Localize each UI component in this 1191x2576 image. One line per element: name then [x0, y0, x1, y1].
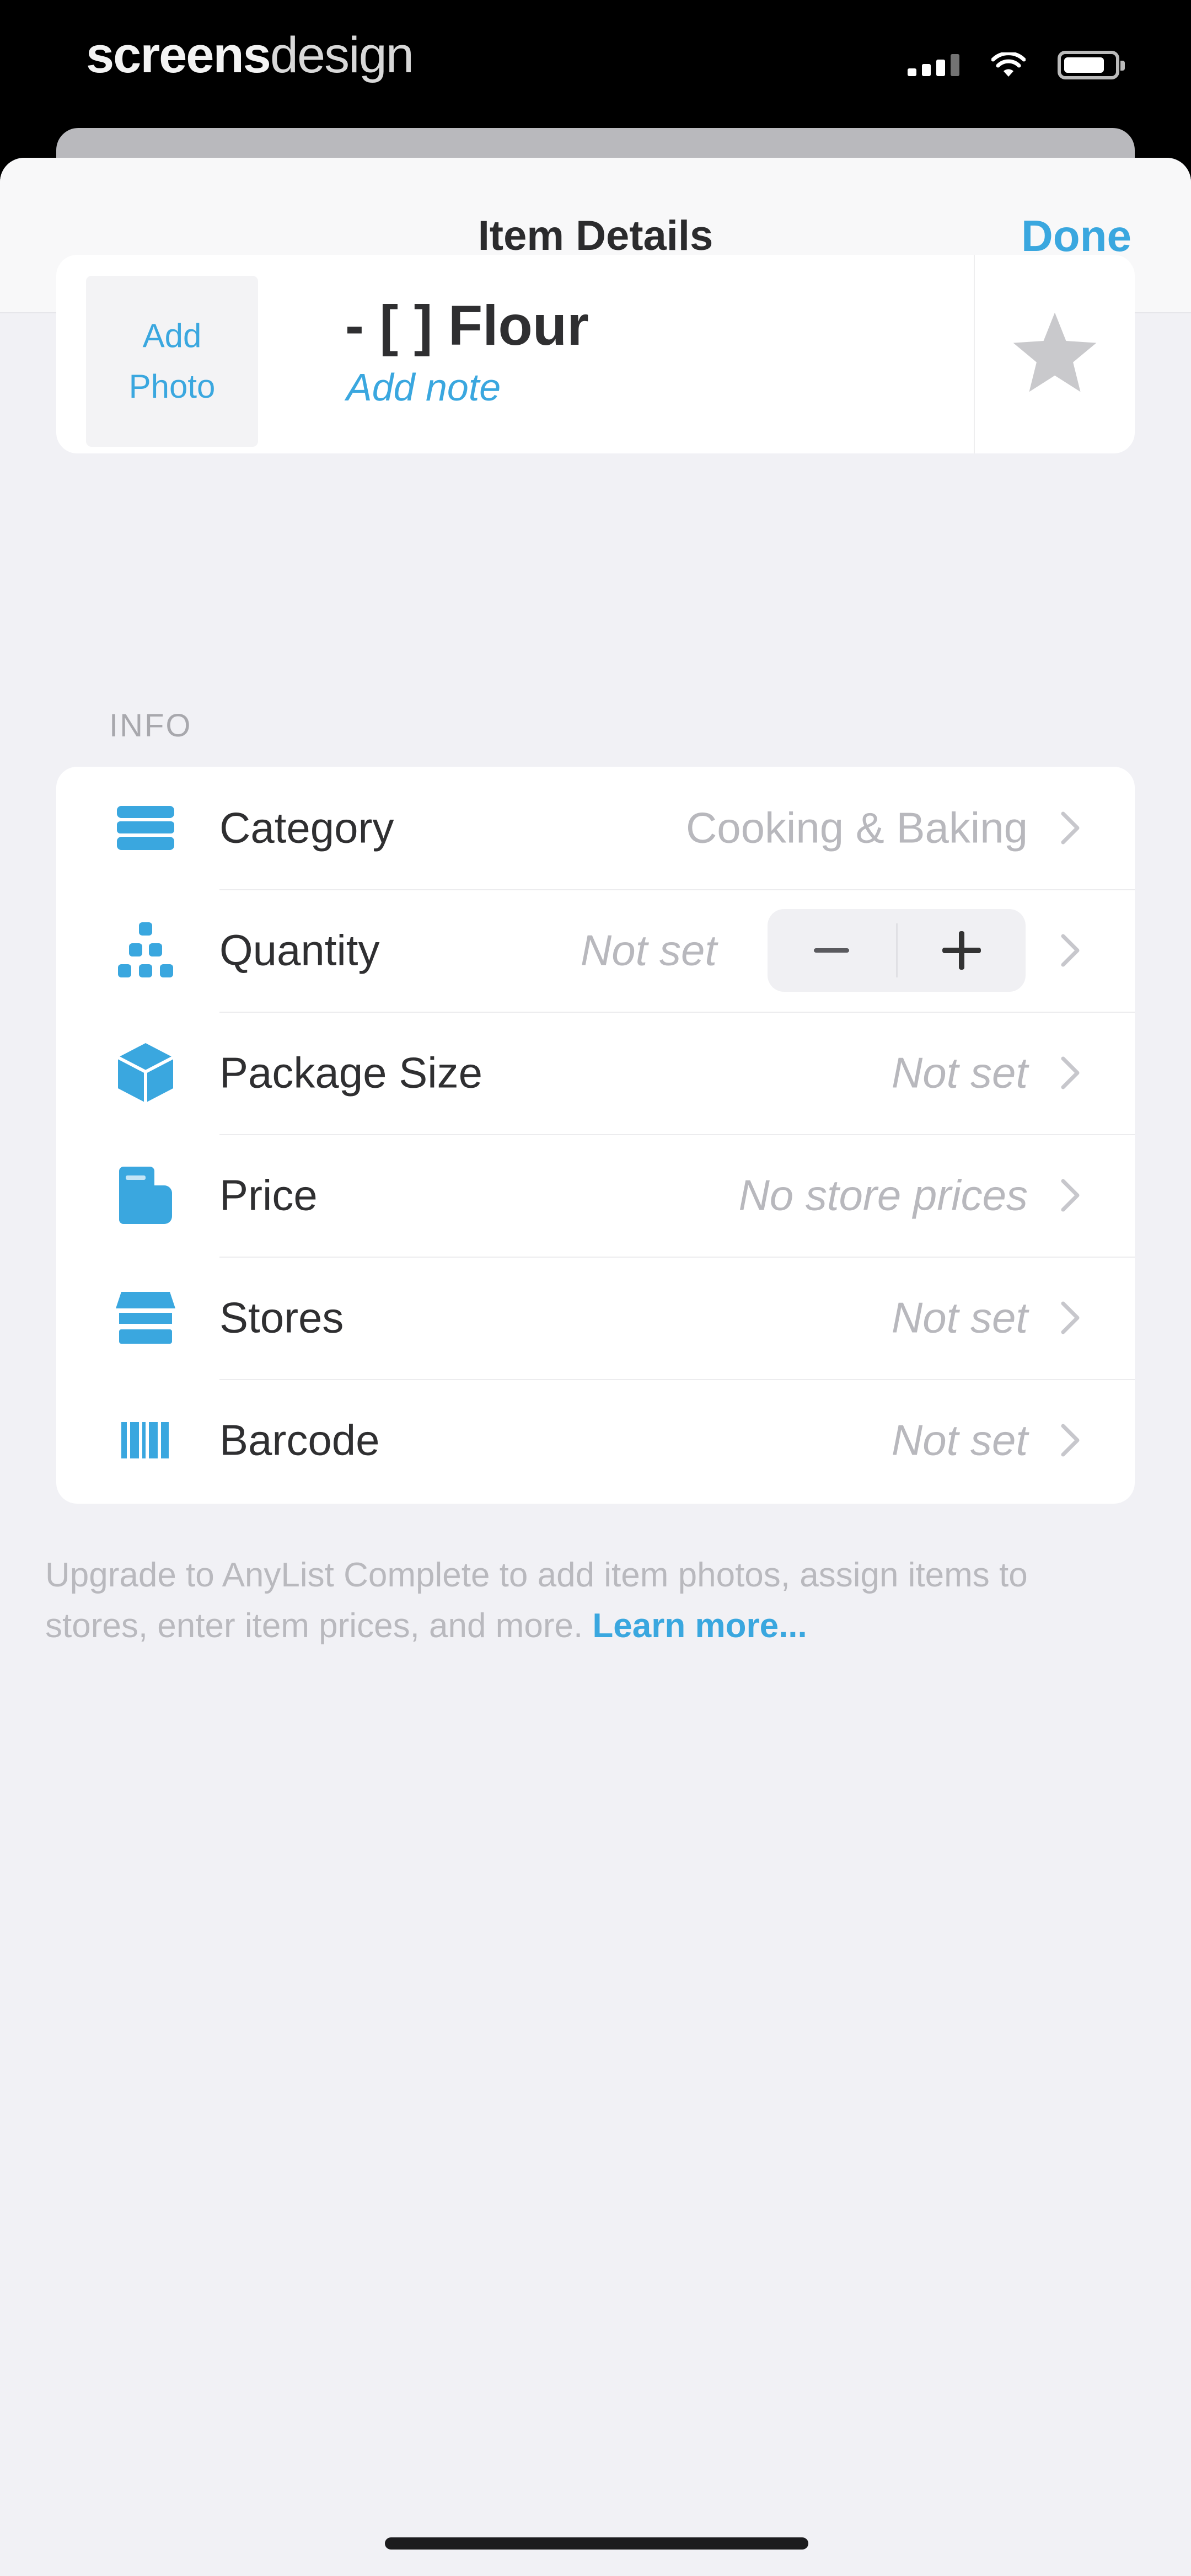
- chevron-right-icon: [1061, 934, 1080, 967]
- status-bar: screensdesign: [0, 0, 1191, 132]
- brand-light: design: [270, 27, 414, 83]
- row-label-barcode: Barcode: [219, 1415, 380, 1465]
- quantity-stepper[interactable]: [768, 909, 1026, 992]
- row-barcode[interactable]: Barcode Not set: [56, 1379, 1135, 1501]
- row-category[interactable]: Category Cooking & Baking: [56, 767, 1135, 889]
- battery-icon: [1058, 51, 1125, 79]
- chevron-right-icon: [1061, 811, 1080, 845]
- row-label-quantity: Quantity: [219, 926, 380, 975]
- done-button[interactable]: Done: [1021, 211, 1131, 261]
- decrement-button[interactable]: [768, 909, 896, 992]
- learn-more-link[interactable]: Learn more...: [592, 1607, 807, 1645]
- price-tag-icon: [111, 1161, 180, 1230]
- quantity-pyramid-icon: [111, 916, 180, 985]
- row-value-barcode: Not set: [891, 1415, 1028, 1465]
- upgrade-note: Upgrade to AnyList Complete to add item …: [45, 1550, 1137, 1652]
- brand-bold: screens: [86, 27, 271, 83]
- star-icon: [1013, 312, 1097, 392]
- row-package-size[interactable]: Package Size Not set: [56, 1012, 1135, 1134]
- chevron-right-icon: [1061, 1424, 1080, 1457]
- row-value-package-size: Not set: [891, 1048, 1028, 1097]
- chevron-right-icon: [1061, 1301, 1080, 1334]
- watermark-brand: screensdesign: [86, 26, 414, 84]
- add-photo-label-line2: Photo: [128, 368, 216, 405]
- row-value-stores: Not set: [891, 1293, 1028, 1342]
- row-price[interactable]: Price No store prices: [56, 1134, 1135, 1257]
- row-label-category: Category: [219, 803, 394, 852]
- barcode-icon: [111, 1406, 180, 1474]
- row-value-quantity: Not set: [580, 926, 717, 975]
- home-indicator[interactable]: [385, 2537, 808, 2550]
- increment-button[interactable]: [898, 909, 1026, 992]
- package-box-icon: [111, 1039, 180, 1107]
- info-list: Category Cooking & Baking Quantity Not s…: [56, 767, 1135, 1504]
- row-quantity[interactable]: Quantity Not set: [56, 889, 1135, 1012]
- row-stores[interactable]: Stores Not set: [56, 1257, 1135, 1379]
- upgrade-note-text: Upgrade to AnyList Complete to add item …: [45, 1556, 1028, 1645]
- chevron-right-icon: [1061, 1056, 1080, 1089]
- status-icons: [908, 51, 1125, 79]
- wifi-icon: [991, 52, 1026, 77]
- item-card: Add Photo - [ ] Flour Add note: [56, 255, 1135, 453]
- row-value-category: Cooking & Baking: [685, 803, 1028, 852]
- add-note-field[interactable]: Add note: [346, 365, 501, 409]
- section-header-info: INFO: [109, 708, 192, 744]
- item-name-field[interactable]: - [ ] Flour: [345, 293, 589, 358]
- row-value-price: No store prices: [738, 1171, 1028, 1220]
- cellular-signal-icon: [908, 54, 959, 76]
- storefront-icon: [111, 1284, 180, 1352]
- chevron-right-icon: [1061, 1179, 1080, 1212]
- row-label-package-size: Package Size: [219, 1048, 482, 1097]
- page-title: Item Details: [478, 212, 713, 259]
- row-label-price: Price: [219, 1171, 318, 1220]
- add-photo-button[interactable]: Add Photo: [86, 276, 258, 447]
- favorite-button[interactable]: [974, 255, 1135, 453]
- add-photo-label-line1: Add: [142, 317, 202, 354]
- row-label-stores: Stores: [219, 1293, 344, 1342]
- category-stack-icon: [111, 794, 180, 862]
